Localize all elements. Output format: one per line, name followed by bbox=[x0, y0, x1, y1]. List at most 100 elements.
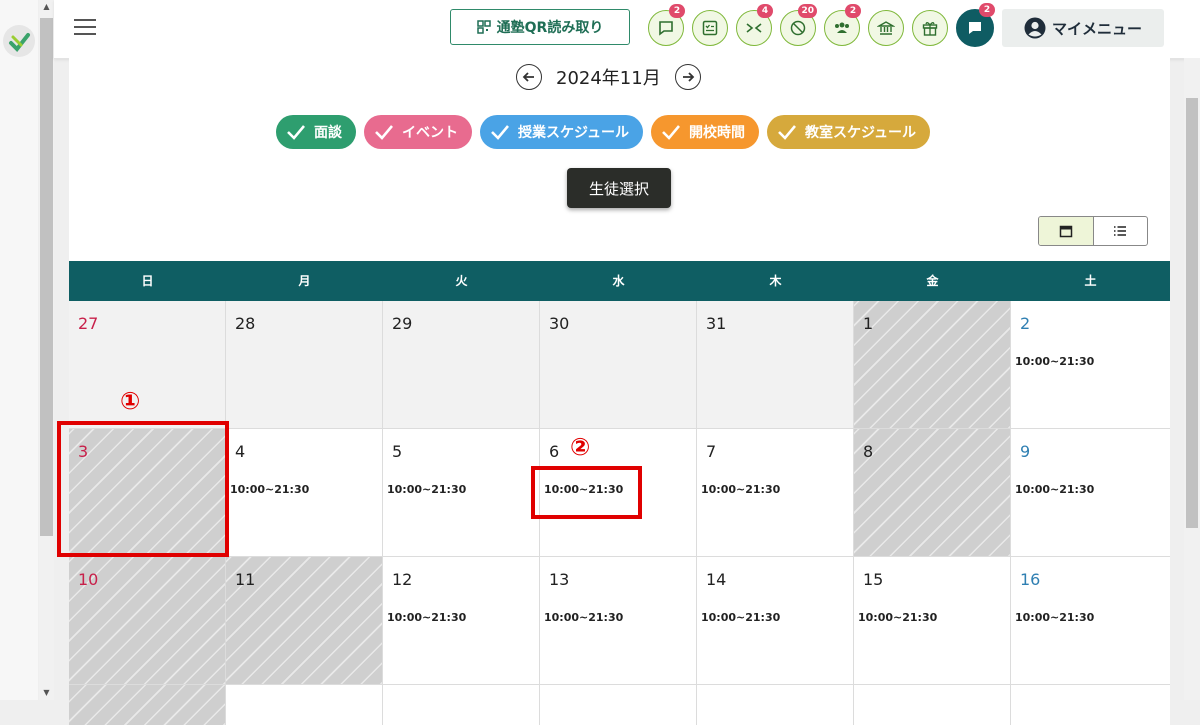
scroll-down-icon[interactable]: ▼ bbox=[39, 686, 54, 700]
day-number: 11 bbox=[235, 570, 256, 589]
calendar-day[interactable]: 16 10:00~21:30 bbox=[1011, 557, 1170, 684]
calendar-day[interactable]: 31 bbox=[697, 301, 854, 428]
filter-chip-class-schedule[interactable]: 授業スケジュール bbox=[480, 115, 644, 149]
calendar-day-closed[interactable]: 1 bbox=[854, 301, 1011, 428]
opening-hours[interactable]: 10:00~21:30 bbox=[1015, 355, 1094, 368]
left-rail bbox=[0, 0, 38, 700]
calendar-day[interactable]: 27 bbox=[69, 301, 226, 428]
calendar-day-closed[interactable] bbox=[69, 685, 226, 725]
opening-hours[interactable]: 10:00~21:30 bbox=[544, 611, 623, 624]
prev-month-button[interactable] bbox=[516, 64, 542, 90]
calendar-day[interactable]: 12 10:00~21:30 bbox=[383, 557, 540, 684]
message-button[interactable]: 2 bbox=[956, 3, 995, 47]
calendar-day-closed[interactable]: 11 bbox=[226, 557, 383, 684]
content-scrollbar[interactable] bbox=[1184, 58, 1200, 700]
filter-chip-opening-hours[interactable]: 開校時間 bbox=[651, 115, 760, 149]
calendar-day[interactable]: 14 10:00~21:30 bbox=[697, 557, 854, 684]
calendar-day[interactable]: 30 bbox=[540, 301, 697, 428]
calendar-day-closed[interactable]: 10 bbox=[69, 557, 226, 684]
day-number: 12 bbox=[392, 570, 413, 589]
check-icon bbox=[491, 125, 509, 140]
arrows-in-icon bbox=[746, 23, 762, 33]
gift-icon bbox=[922, 22, 938, 36]
day-number: 10 bbox=[78, 570, 99, 589]
weekday-label: 水 bbox=[612, 274, 625, 288]
calendar-day[interactable]: 2 10:00~21:30 bbox=[1011, 301, 1170, 428]
calendar-week: 10 11 12 10:00~21:30 13 10:00~21:30 14 10:0… bbox=[69, 557, 1170, 685]
calendar-day-closed[interactable]: 8 bbox=[854, 429, 1011, 556]
arrows-in-button[interactable]: 4 bbox=[736, 4, 773, 46]
page-scrollbar[interactable]: ▲ ▼ bbox=[39, 0, 54, 700]
scroll-up-icon[interactable]: ▲ bbox=[39, 0, 54, 14]
group-icon bbox=[835, 22, 849, 33]
no-entry-button[interactable]: 20 bbox=[780, 4, 817, 46]
calendar-day[interactable]: 4 10:00~21:30 bbox=[226, 429, 383, 556]
opening-hours[interactable]: 10:00~21:30 bbox=[230, 483, 309, 496]
no-entry-icon bbox=[790, 20, 806, 36]
check-icon bbox=[287, 125, 305, 140]
weekday-label: 火 bbox=[455, 274, 468, 288]
day-number: 27 bbox=[78, 314, 99, 333]
notification-badge: 20 bbox=[798, 4, 817, 18]
my-menu-button[interactable]: マイメニュー bbox=[1002, 9, 1164, 47]
day-number: 6 bbox=[549, 442, 560, 461]
list-view-button[interactable] bbox=[1094, 217, 1148, 245]
calendar-icon bbox=[1059, 225, 1072, 238]
qr-scan-label: 通塾QR読み取り bbox=[496, 20, 604, 36]
qr-code-icon bbox=[476, 20, 491, 34]
month-title: 2024年11月 bbox=[556, 68, 661, 89]
next-month-button[interactable] bbox=[674, 64, 701, 90]
day-number: 15 bbox=[863, 570, 884, 589]
opening-hours[interactable]: 10:00~21:30 bbox=[1015, 611, 1094, 624]
opening-hours[interactable]: 10:00~21:30 bbox=[387, 611, 466, 624]
opening-hours[interactable]: 10:00~21:30 bbox=[701, 611, 780, 624]
calendar-day[interactable]: 9 10:00~21:30 bbox=[1011, 429, 1170, 556]
notification-badge: 2 bbox=[845, 4, 861, 18]
filter-label: 教室スケジュール bbox=[805, 125, 917, 141]
calendar-view-button[interactable] bbox=[1039, 217, 1094, 245]
calendar-day[interactable]: 15 10:00~21:30 bbox=[854, 557, 1011, 684]
calendar-day[interactable] bbox=[1011, 685, 1170, 725]
opening-hours[interactable]: 10:00~21:30 bbox=[387, 483, 466, 496]
chat-bubble-button[interactable]: 2 bbox=[648, 4, 685, 46]
view-toggle bbox=[1038, 216, 1148, 246]
app-logo[interactable] bbox=[3, 25, 35, 57]
calendar-day[interactable]: 13 10:00~21:30 bbox=[540, 557, 697, 684]
calendar-day[interactable] bbox=[226, 685, 383, 725]
annotation-box-2 bbox=[531, 466, 642, 519]
checklist-button[interactable] bbox=[692, 10, 728, 46]
filter-label: イベント bbox=[402, 125, 458, 141]
filter-chip-classroom-schedule[interactable]: 教室スケジュール bbox=[767, 115, 931, 149]
arrow-right-icon bbox=[682, 72, 694, 82]
filter-chip-interview[interactable]: 面談 bbox=[276, 115, 356, 149]
calendar-day[interactable]: 7 10:00~21:30 bbox=[697, 429, 854, 556]
calendar-day[interactable]: 5 10:00~21:30 bbox=[383, 429, 540, 556]
scrollbar-thumb[interactable] bbox=[40, 18, 53, 536]
opening-hours[interactable]: 10:00~21:30 bbox=[858, 611, 937, 624]
qr-scan-button[interactable]: 通塾QR読み取り bbox=[450, 9, 630, 45]
calendar-day[interactable] bbox=[854, 685, 1011, 725]
calendar-day[interactable] bbox=[383, 685, 540, 725]
calendar-day[interactable]: 29 bbox=[383, 301, 540, 428]
chat-bubble-icon bbox=[659, 21, 673, 36]
opening-hours[interactable]: 10:00~21:30 bbox=[701, 483, 780, 496]
calendar-day[interactable] bbox=[540, 685, 697, 725]
filter-chip-event[interactable]: イベント bbox=[364, 115, 472, 149]
calendar-day[interactable] bbox=[697, 685, 854, 725]
weekday-label: 金 bbox=[926, 274, 939, 288]
day-number: 16 bbox=[1020, 570, 1041, 589]
scrollbar-thumb[interactable] bbox=[1186, 98, 1198, 528]
day-number: 5 bbox=[392, 442, 403, 461]
student-select-button[interactable]: 生徒選択 bbox=[567, 168, 671, 208]
gift-button[interactable] bbox=[912, 10, 948, 46]
bank-button[interactable] bbox=[868, 10, 904, 46]
opening-hours[interactable]: 10:00~21:30 bbox=[1015, 483, 1094, 496]
group-button[interactable]: 2 bbox=[824, 4, 861, 46]
calendar-day[interactable]: 28 bbox=[226, 301, 383, 428]
day-number: 30 bbox=[549, 314, 570, 333]
day-number: 1 bbox=[863, 314, 874, 333]
calendar-week bbox=[69, 685, 1170, 725]
day-number: 28 bbox=[235, 314, 256, 333]
hamburger-menu-icon[interactable] bbox=[74, 19, 96, 37]
day-number: 13 bbox=[549, 570, 570, 589]
